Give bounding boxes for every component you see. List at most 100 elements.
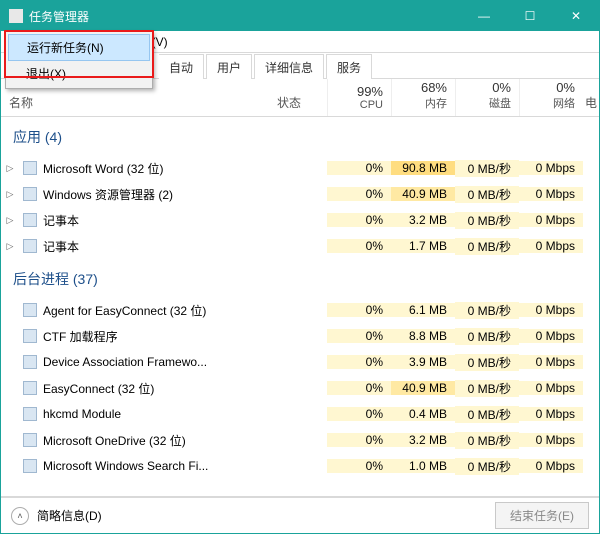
cell-net: 0 Mbps: [519, 329, 583, 343]
col-cpu[interactable]: 99% CPU: [327, 79, 391, 116]
menu-exit[interactable]: 退出(X): [8, 61, 150, 86]
process-name: Agent for EasyConnect (32 位): [19, 302, 277, 319]
cell-cpu: 0%: [327, 407, 391, 421]
expand-chevron-icon[interactable]: ▷: [1, 215, 19, 226]
cell-net: 0 Mbps: [519, 355, 583, 369]
table-row[interactable]: ▷记事本0%3.2 MB0 MB/秒0 Mbps: [1, 207, 599, 233]
process-icon: [23, 329, 37, 343]
process-name: Microsoft OneDrive (32 位): [19, 432, 277, 449]
process-icon: [23, 161, 37, 175]
col-extra-label: 电: [585, 94, 597, 111]
menu-run-new-task[interactable]: 运行新任务(N): [8, 34, 150, 61]
titlebar[interactable]: 任务管理器 — ☐ ✕: [1, 1, 599, 31]
group-header: 应用 (4): [1, 117, 599, 155]
cell-mem: 3.2 MB: [391, 433, 455, 447]
cell-cpu: 0%: [327, 187, 391, 201]
process-icon: [23, 355, 37, 369]
process-name: CTF 加载程序: [19, 328, 277, 345]
process-name: Windows 资源管理器 (2): [19, 186, 277, 203]
cell-mem: 8.8 MB: [391, 329, 455, 343]
col-cpu-pct: 99%: [357, 84, 383, 99]
table-row[interactable]: ▷Windows 资源管理器 (2) 0%40.9 MB0 MB/秒0 Mbps: [1, 181, 599, 207]
col-extra[interactable]: 电: [583, 79, 599, 116]
tab-details[interactable]: 详细信息: [254, 54, 324, 79]
cell-disk: 0 MB/秒: [455, 160, 519, 177]
table-row[interactable]: Device Association Framewo...0%3.9 MB0 M…: [1, 349, 599, 375]
cell-mem: 90.8 MB: [391, 161, 455, 175]
cell-disk: 0 MB/秒: [455, 186, 519, 203]
table-row[interactable]: CTF 加载程序0%8.8 MB0 MB/秒0 Mbps: [1, 323, 599, 349]
process-icon: [23, 213, 37, 227]
process-icon: [23, 187, 37, 201]
process-name: hkcmd Module: [19, 407, 277, 421]
process-icon: [23, 381, 37, 395]
cell-net: 0 Mbps: [519, 459, 583, 473]
col-status-label: 状态: [277, 94, 301, 111]
cell-cpu: 0%: [327, 303, 391, 317]
end-task-button[interactable]: 结束任务(E): [495, 502, 589, 529]
cell-mem: 1.0 MB: [391, 459, 455, 473]
fewer-details-label[interactable]: 简略信息(D): [37, 507, 102, 524]
footer: ˄ 简略信息(D) 结束任务(E): [1, 497, 599, 533]
cell-disk: 0 MB/秒: [455, 328, 519, 345]
cell-disk: 0 MB/秒: [455, 458, 519, 475]
table-row[interactable]: Microsoft OneDrive (32 位)0%3.2 MB0 MB/秒0…: [1, 427, 599, 453]
tabbar-area: 自动 用户 详细信息 服务 运行新任务(N) 退出(X): [1, 53, 599, 79]
cell-disk: 0 MB/秒: [455, 212, 519, 229]
minimize-button[interactable]: —: [461, 1, 507, 31]
close-button[interactable]: ✕: [553, 1, 599, 31]
cell-disk: 0 MB/秒: [455, 354, 519, 371]
cell-disk: 0 MB/秒: [455, 238, 519, 255]
cell-mem: 6.1 MB: [391, 303, 455, 317]
group-header: 后台进程 (37): [1, 259, 599, 297]
col-mem-label: 内存: [425, 95, 447, 111]
cell-net: 0 Mbps: [519, 381, 583, 395]
expand-chevron-icon[interactable]: ▷: [1, 241, 19, 252]
maximize-button[interactable]: ☐: [507, 1, 553, 31]
expand-chevron-icon[interactable]: ▷: [1, 189, 19, 200]
cell-mem: 1.7 MB: [391, 239, 455, 253]
table-row[interactable]: hkcmd Module0%0.4 MB0 MB/秒0 Mbps: [1, 401, 599, 427]
col-disk[interactable]: 0% 磁盘: [455, 79, 519, 116]
process-icon: [23, 303, 37, 317]
col-net[interactable]: 0% 网络: [519, 79, 583, 116]
cell-cpu: 0%: [327, 213, 391, 227]
cell-mem: 3.9 MB: [391, 355, 455, 369]
process-name: 记事本: [19, 212, 277, 229]
cell-mem: 40.9 MB: [391, 187, 455, 201]
process-rows[interactable]: 应用 (4)▷Microsoft Word (32 位)0%90.8 MB0 M…: [1, 117, 599, 496]
table-row[interactable]: Agent for EasyConnect (32 位)0%6.1 MB0 MB…: [1, 297, 599, 323]
process-name: Microsoft Windows Search Fi...: [19, 459, 277, 473]
col-status[interactable]: 状态: [277, 79, 327, 116]
cell-mem: 0.4 MB: [391, 407, 455, 421]
process-name: Microsoft Word (32 位): [19, 160, 277, 177]
app-icon: [9, 9, 23, 23]
cell-disk: 0 MB/秒: [455, 380, 519, 397]
window-title: 任务管理器: [29, 8, 89, 25]
tab-startup[interactable]: 自动: [159, 54, 204, 79]
process-name: 记事本: [19, 238, 277, 255]
col-cpu-label: CPU: [360, 99, 383, 111]
col-mem[interactable]: 68% 内存: [391, 79, 455, 116]
tab-users[interactable]: 用户: [206, 54, 252, 79]
cell-net: 0 Mbps: [519, 187, 583, 201]
cell-net: 0 Mbps: [519, 433, 583, 447]
process-name: Device Association Framewo...: [19, 355, 277, 369]
table-row[interactable]: Microsoft Windows Search Fi...0%1.0 MB0 …: [1, 453, 599, 479]
table-row[interactable]: ▷记事本0%1.7 MB0 MB/秒0 Mbps: [1, 233, 599, 259]
table-row[interactable]: EasyConnect (32 位)0%40.9 MB0 MB/秒0 Mbps: [1, 375, 599, 401]
process-icon: [23, 459, 37, 473]
tab-services[interactable]: 服务: [326, 54, 372, 79]
cell-cpu: 0%: [327, 239, 391, 253]
process-table: 名称 状态 99% CPU 68% 内存 0% 磁盘 0% 网络 电 应用 (4…: [1, 79, 599, 496]
cell-cpu: 0%: [327, 355, 391, 369]
process-icon: [23, 239, 37, 253]
cell-net: 0 Mbps: [519, 161, 583, 175]
process-icon: [23, 407, 37, 421]
file-menu-dropdown: 运行新任务(N) 退出(X): [5, 31, 153, 89]
fewer-details-toggle[interactable]: ˄: [11, 507, 29, 525]
cell-cpu: 0%: [327, 459, 391, 473]
expand-chevron-icon[interactable]: ▷: [1, 163, 19, 174]
cell-cpu: 0%: [327, 433, 391, 447]
table-row[interactable]: ▷Microsoft Word (32 位)0%90.8 MB0 MB/秒0 M…: [1, 155, 599, 181]
